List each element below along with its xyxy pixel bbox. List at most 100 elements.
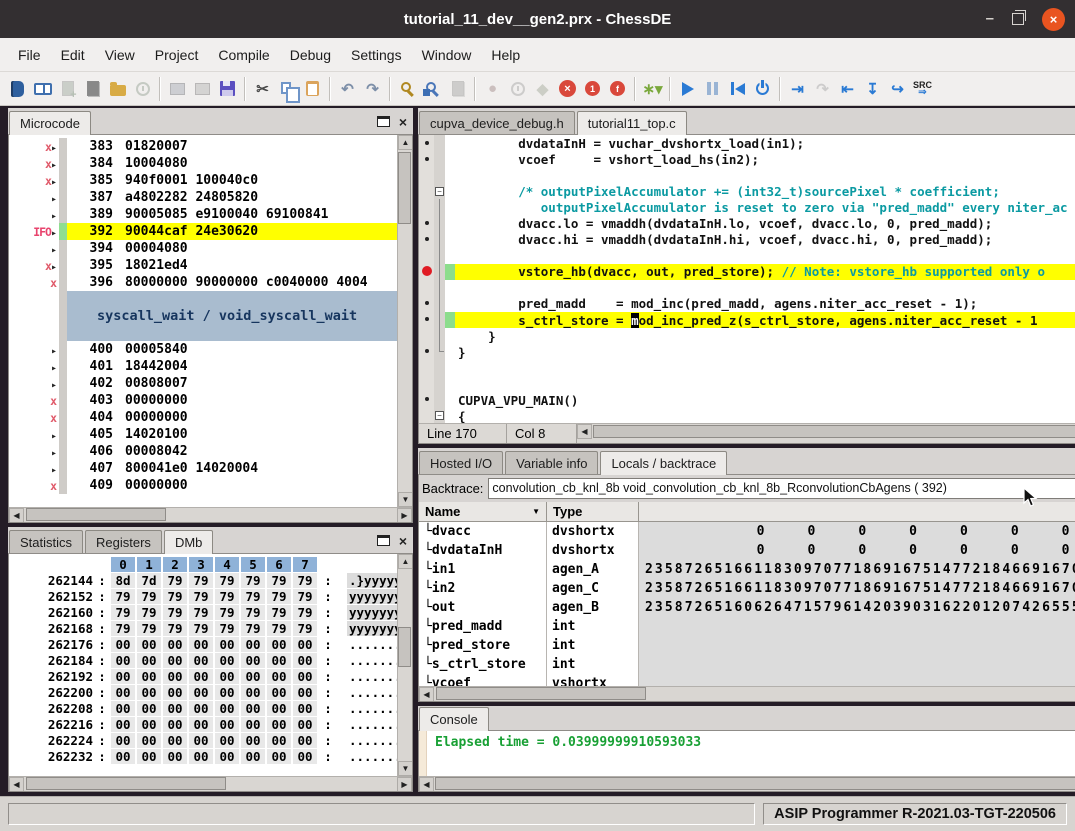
memory-row[interactable]: 262152:7979797979797979:yyyyyyyy: [9, 588, 397, 604]
prev-breakpoint-icon[interactable]: 1: [581, 77, 604, 100]
microcode-row[interactable]: ▸40514020100: [9, 426, 397, 443]
memory-row[interactable]: 262168:7979797979797979:yyyyyyyy: [9, 620, 397, 636]
variable-row[interactable]: └dvaccdvshortx000000000: [419, 522, 1075, 541]
run-to-cursor-icon[interactable]: ↪: [886, 77, 909, 100]
fold-marker[interactable]: −: [434, 183, 445, 199]
code-line[interactable]: dvacc.lo = vmaddh(dvdataInH.lo, vcoef, d…: [445, 215, 1075, 231]
fold-collapse-icon[interactable]: −: [435, 187, 444, 196]
variable-row[interactable]: └s_ctrl_storeint: [419, 655, 1075, 674]
open-file-icon[interactable]: [106, 77, 129, 100]
variable-row[interactable]: └outagen_B235872651606264715796142039031…: [419, 598, 1075, 617]
backtrace-combobox[interactable]: convolution_cb_knl_8b void_convolution_c…: [488, 478, 1075, 499]
copy-icon[interactable]: [276, 77, 299, 100]
step-into-icon[interactable]: ⇥: [786, 77, 809, 100]
code-line[interactable]: [445, 280, 1075, 296]
microcode-row[interactable]: x39680000000 90000000 c0040000 4004: [9, 274, 397, 291]
memory-row[interactable]: 262144:8d7d797979797979:.}yyyyyy: [9, 572, 397, 588]
menu-window[interactable]: Window: [412, 41, 482, 69]
docs-book-icon[interactable]: [6, 77, 29, 100]
tab-microcode[interactable]: Microcode: [9, 111, 91, 135]
restart-icon[interactable]: [726, 77, 749, 100]
memory-row[interactable]: 262216:0000000000000000:........: [9, 716, 397, 732]
menu-debug[interactable]: Debug: [280, 41, 341, 69]
microcode-vscrollbar[interactable]: ▲ ▼: [397, 135, 412, 507]
editor-hscrollbar[interactable]: ◀ ▶: [577, 424, 1075, 439]
microcode-row[interactable]: ▸387a4802282 24805820: [9, 189, 397, 206]
tab-tutorial11-top-c[interactable]: tutorial11_top.c: [577, 111, 687, 135]
microcode-row[interactable]: x▸38301820007: [9, 138, 397, 155]
pause-icon[interactable]: [701, 77, 724, 100]
code-line[interactable]: pred_madd = mod_inc(pred_madd, agens.nit…: [445, 296, 1075, 312]
microcode-row[interactable]: ▸39400004080: [9, 240, 397, 257]
memory-row[interactable]: 262176:0000000000000000:........: [9, 636, 397, 652]
float-panel-icon[interactable]: [377, 116, 390, 127]
microcode-row[interactable]: ▸40000005840: [9, 341, 397, 358]
tab-cupva-device-debug-h[interactable]: cupva_device_debug.h: [419, 111, 575, 134]
memory-hscrollbar[interactable]: ◀ ▶: [9, 776, 412, 791]
microcode-row[interactable]: x40400000000: [9, 409, 397, 426]
find-icon[interactable]: [396, 77, 419, 100]
microcode-row[interactable]: x40900000000: [9, 477, 397, 494]
code-line[interactable]: [445, 360, 1075, 376]
editor-breakpoint-gutter[interactable]: [419, 135, 434, 423]
code-line[interactable]: s_ctrl_store = mod_inc_pred_z(s_ctrl_sto…: [445, 312, 1075, 328]
microcode-row[interactable]: x▸38410004080: [9, 155, 397, 172]
source-code[interactable]: dvdataInH = vuchar_dvshortx_load(in1); v…: [445, 135, 1075, 423]
microcode-row[interactable]: x40300000000: [9, 392, 397, 409]
menu-file[interactable]: File: [8, 41, 51, 69]
variable-row[interactable]: └dvdataInHdvshortx000000000: [419, 541, 1075, 560]
code-line[interactable]: {: [445, 409, 1075, 423]
memory-row[interactable]: 262160:7979797979797979:yyyyyyyy: [9, 604, 397, 620]
open-book-icon[interactable]: [31, 77, 54, 100]
memory-vscrollbar[interactable]: ▲ ▼: [397, 554, 412, 776]
menu-view[interactable]: View: [95, 41, 145, 69]
code-line[interactable]: CUPVA_VPU_MAIN(): [445, 393, 1075, 409]
save-all-icon[interactable]: [216, 77, 239, 100]
power-icon[interactable]: [751, 77, 774, 100]
microcode-row[interactable]: x▸39518021ed4: [9, 257, 397, 274]
paste-icon[interactable]: [301, 77, 324, 100]
locals-hscrollbar[interactable]: ◀ ▶: [419, 686, 1075, 701]
code-line[interactable]: }: [445, 328, 1075, 344]
minimize-button[interactable]: –: [986, 14, 994, 24]
microcode-row[interactable]: ▸40600008042: [9, 443, 397, 460]
menu-project[interactable]: Project: [145, 41, 209, 69]
tab-dmb[interactable]: DMb: [164, 530, 213, 554]
tab-registers[interactable]: Registers: [85, 530, 162, 553]
tab-console[interactable]: Console: [419, 707, 489, 731]
memory-row[interactable]: 262200:0000000000000000:........: [9, 684, 397, 700]
menu-edit[interactable]: Edit: [51, 41, 95, 69]
code-line[interactable]: [445, 248, 1075, 264]
menu-compile[interactable]: Compile: [208, 41, 279, 69]
microcode-row[interactable]: ▸40200808007: [9, 375, 397, 392]
find-in-files-icon[interactable]: [421, 77, 444, 100]
redo-icon[interactable]: ↷: [361, 77, 384, 100]
float-panel-icon[interactable]: [377, 535, 390, 546]
column-header-type[interactable]: Type: [547, 502, 639, 521]
code-line[interactable]: vcoef = vshort_load_hs(in2);: [445, 151, 1075, 167]
code-line[interactable]: /* outputPixelAccumulator += (int32_t)so…: [445, 183, 1075, 199]
close-panel-icon[interactable]: ×: [399, 536, 407, 546]
step-instruction-icon[interactable]: ↧: [861, 77, 884, 100]
microcode-row[interactable]: ▸40118442004: [9, 358, 397, 375]
memory-row[interactable]: 262208:0000000000000000:........: [9, 700, 397, 716]
code-line[interactable]: outputPixelAccumulator is reset to zero …: [445, 199, 1075, 215]
menu-help[interactable]: Help: [481, 41, 530, 69]
close-button[interactable]: ×: [1042, 8, 1065, 31]
delete-breakpoints-icon[interactable]: ×: [556, 77, 579, 100]
variable-row[interactable]: └pred_maddint: [419, 617, 1075, 636]
code-line[interactable]: [445, 376, 1075, 392]
cut-icon[interactable]: ✂: [251, 77, 274, 100]
console-hscrollbar[interactable]: ◀ ▶: [419, 776, 1075, 791]
tab-hosted-i-o[interactable]: Hosted I/O: [419, 451, 503, 474]
close-panel-icon[interactable]: ×: [399, 117, 407, 127]
tab-statistics[interactable]: Statistics: [9, 530, 83, 553]
code-line[interactable]: }: [445, 344, 1075, 360]
undo-icon[interactable]: ↶: [336, 77, 359, 100]
variable-row[interactable]: └pred_storeint: [419, 636, 1075, 655]
code-line[interactable]: vstore_hb(dvacc, out, pred_store); // No…: [445, 264, 1075, 280]
fold-marker[interactable]: −: [434, 407, 445, 423]
code-line[interactable]: [445, 167, 1075, 183]
microcode-row[interactable]: x▸385940f0001 100040c0: [9, 172, 397, 189]
source-step-icon[interactable]: SRC⇒: [911, 77, 934, 100]
